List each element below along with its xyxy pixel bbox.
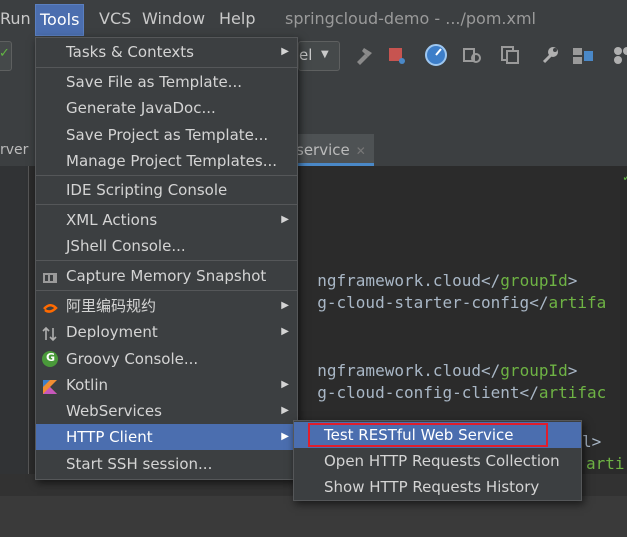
menu-vcs[interactable]: VCS [99,9,131,28]
menu-item-alibaba-coding-guidelines[interactable]: 阿里编码规约 ▶ [36,293,297,319]
close-icon[interactable]: ✕ [356,144,366,158]
code-fragment: arti [586,454,625,473]
menu-item-generate-javadoc[interactable]: Generate JavaDoc... [36,95,297,121]
menu-separator [36,67,297,68]
menu-item-xml-actions[interactable]: XML Actions ▶ [36,207,297,233]
menu-item-kotlin[interactable]: Kotlin ▶ [36,372,297,398]
menu-separator [36,175,297,176]
menu-window[interactable]: Window [142,9,205,28]
copy-icon[interactable] [500,45,520,65]
left-combo[interactable]: ✓ [0,41,12,71]
menu-item-ide-scripting-console[interactable]: IDE Scripting Console [36,177,297,203]
memory-snapshot-icon [42,268,58,284]
menu-run[interactable]: Run [0,9,31,28]
menu-item-manage-project-templates[interactable]: Manage Project Templates... [36,148,297,174]
menu-item-http-client[interactable]: HTTP Client ▶ [36,424,297,450]
run-config-select[interactable]: el ▼ [298,41,340,71]
tab-server[interactable]: rver [0,142,28,158]
code-line: g-cloud-starter-config</artifa [317,293,607,312]
menu-item-webservices[interactable]: WebServices ▶ [36,398,297,424]
inspection-ok-icon: ✓ [622,170,627,184]
menu-item-start-ssh-session[interactable]: Start SSH session... [36,451,297,477]
menu-separator [36,204,297,205]
submenu-item-open-http-requests-collection[interactable]: Open HTTP Requests Collection [294,448,581,474]
tab-label: service [296,141,350,159]
wrench-icon[interactable] [540,45,560,65]
project-structure-icon[interactable] [572,45,593,65]
editor-bottom-area [0,496,627,537]
submenu-item-test-restful-web-service[interactable]: Test RESTful Web Service [294,422,581,448]
menu-item-groovy-console[interactable]: G Groovy Console... [36,346,297,372]
menu-separator [36,260,297,261]
menu-help[interactable]: Help [219,9,255,28]
submenu-arrow-icon: ▶ [281,405,289,416]
editor-gutter [0,166,29,496]
menu-item-jshell-console[interactable]: JShell Console... [36,233,297,259]
menu-item-deployment[interactable]: Deployment ▶ [36,319,297,345]
kotlin-icon [42,377,58,394]
menu-item-capture-memory-snapshot[interactable]: Capture Memory Snapshot [36,263,297,289]
window-title: springcloud-demo - .../pom.xml [285,9,536,28]
menu-separator [36,290,297,291]
submenu-arrow-icon: ▶ [281,431,289,442]
menu-item-save-project-template[interactable]: Save Project as Template... [36,122,297,148]
tab-service[interactable]: service ✕ [288,134,374,166]
stop-icon[interactable] [386,45,406,65]
menu-tools[interactable]: Tools [35,4,85,36]
menu-item-tasks-contexts[interactable]: Tasks & Contexts ▶ [36,39,297,65]
menu-item-save-file-template[interactable]: Save File as Template... [36,69,297,95]
submenu-arrow-icon: ▶ [281,379,289,390]
coverage-gauge-icon[interactable] [424,43,448,67]
menu-bar: Run Tools VCS Window Help springcloud-de… [0,0,627,38]
chevron-down-icon: ▼ [321,49,329,60]
tools-menu: Tasks & Contexts ▶ Save File as Template.… [35,37,298,480]
submenu-arrow-icon: ▶ [281,300,289,311]
alibaba-icon [42,298,58,314]
submenu-item-show-http-requests-history[interactable]: Show HTTP Requests History [294,474,581,500]
deployment-arrows-icon [42,324,58,342]
groovy-icon: G [42,351,58,367]
submenu-arrow-icon: ▶ [281,326,289,337]
http-client-submenu: Test RESTful Web Service Open HTTP Reque… [293,420,582,501]
build-hammer-icon[interactable] [354,45,374,65]
code-fragment: l> [582,432,602,451]
code-line: g-cloud-config-client</artifac [317,383,607,402]
layout-grid-icon[interactable] [612,45,627,65]
submenu-arrow-icon: ▶ [281,46,289,57]
profiler-icon[interactable] [462,45,482,65]
submenu-arrow-icon: ▶ [281,214,289,225]
